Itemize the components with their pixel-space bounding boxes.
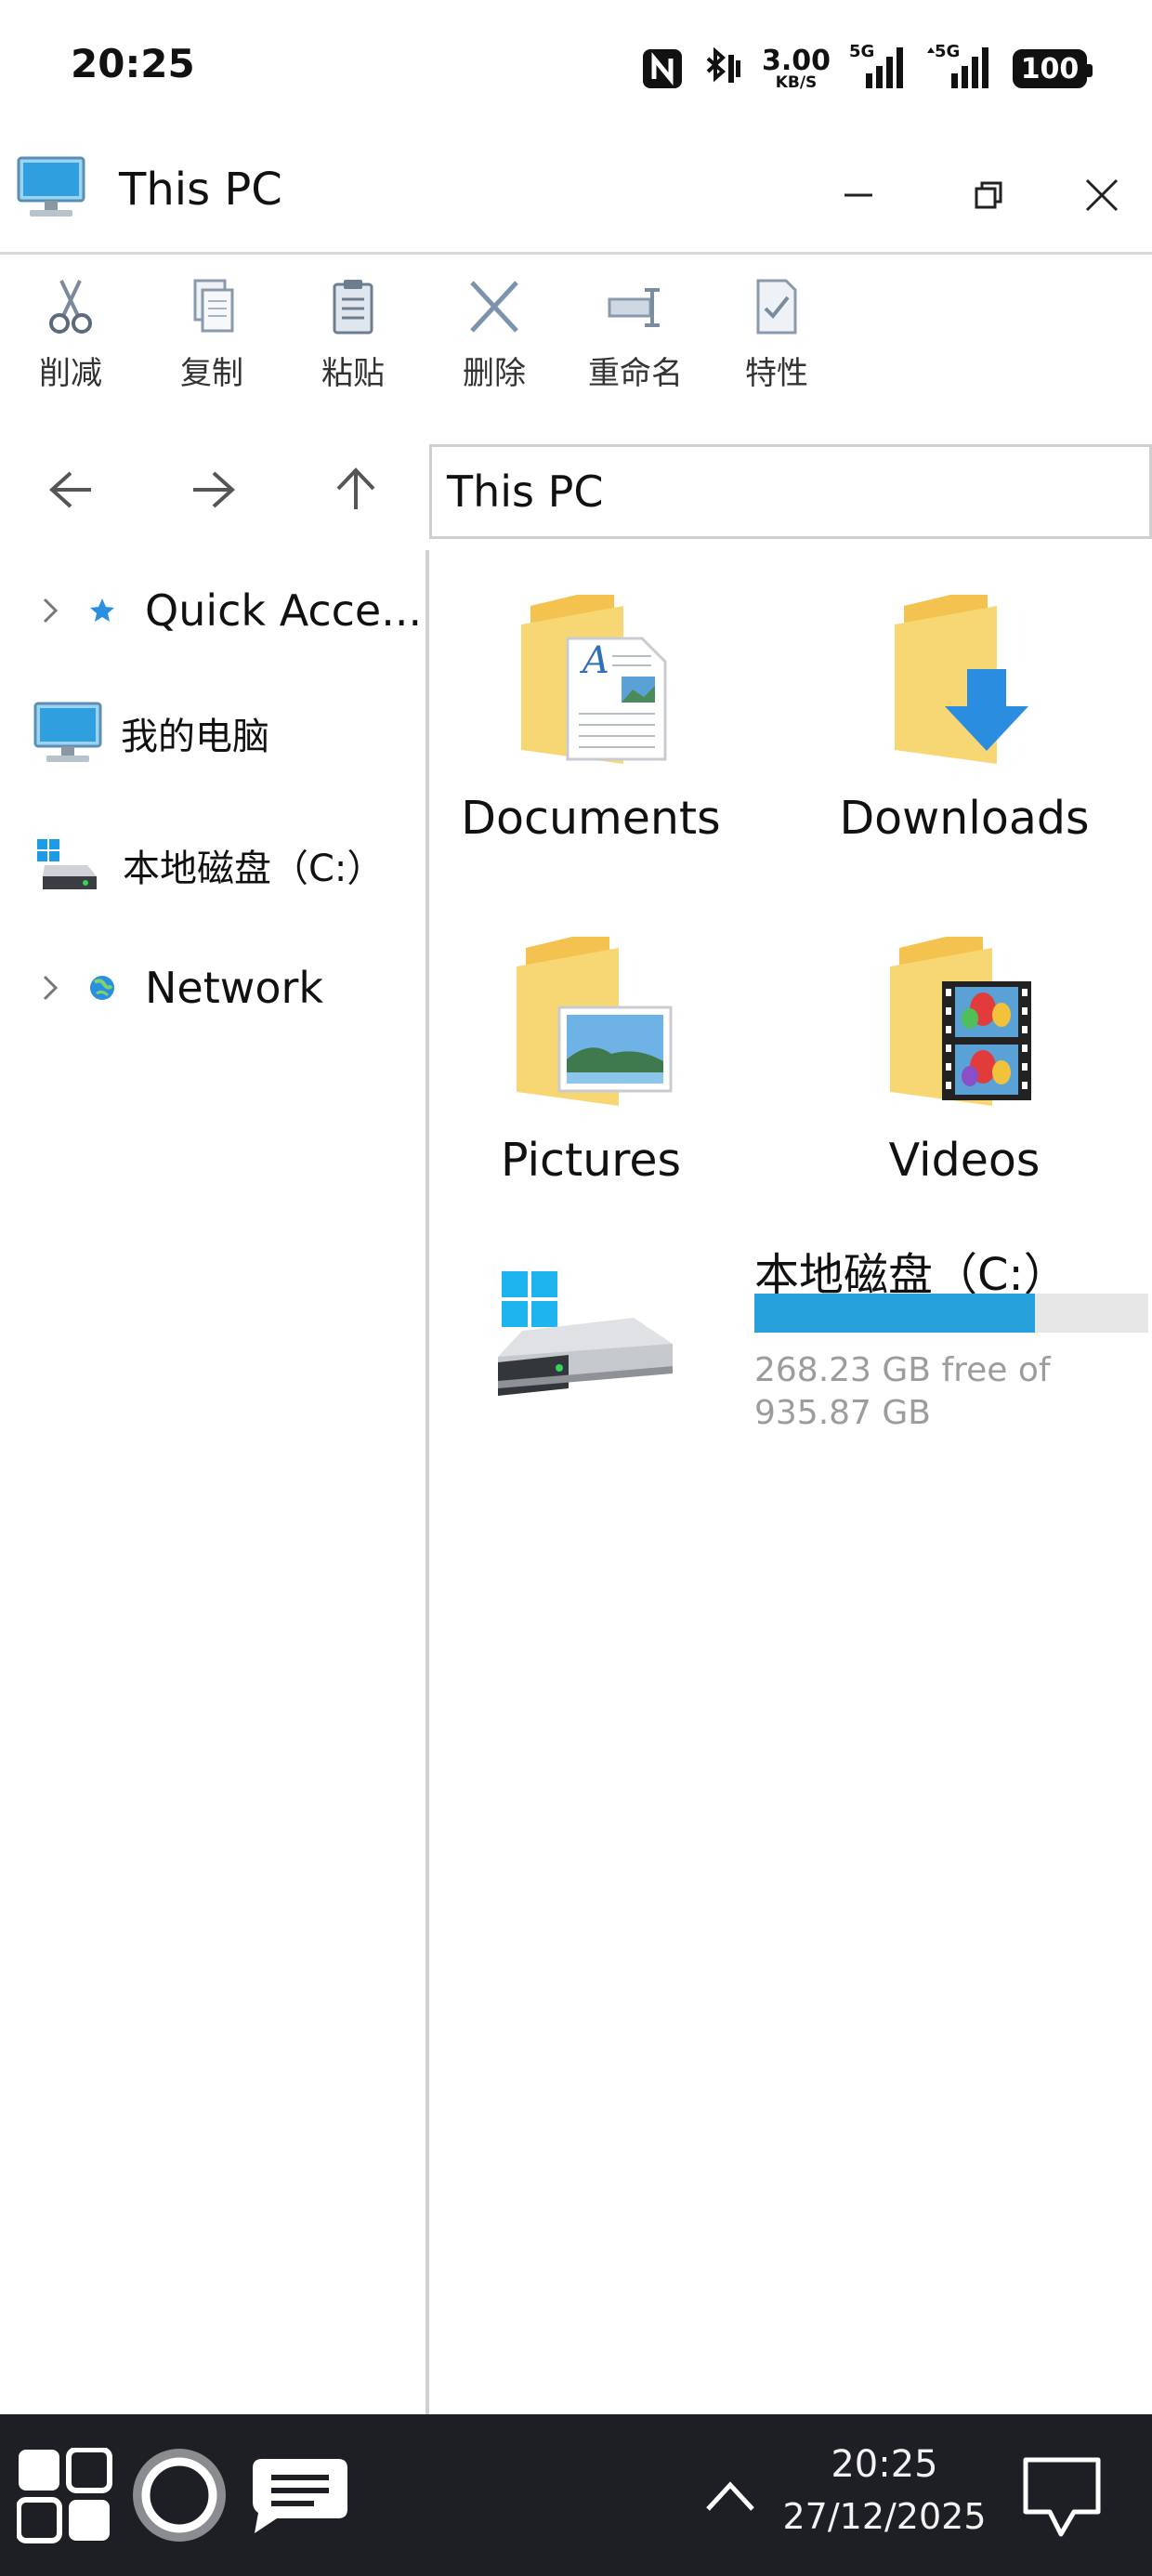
paste-button[interactable]: 粘贴 bbox=[282, 260, 424, 418]
tray-expand-button[interactable] bbox=[693, 2459, 767, 2533]
address-bar[interactable]: This PC bbox=[429, 444, 1152, 539]
chevron-up-icon bbox=[706, 2481, 754, 2511]
start-button[interactable] bbox=[17, 2448, 113, 2544]
folder-name: Pictures bbox=[500, 1134, 682, 1187]
notes-icon bbox=[253, 2459, 347, 2533]
folder-videos[interactable]: Videos bbox=[779, 929, 1150, 1187]
taskbar: 20:25 27/12/2025 bbox=[0, 2414, 1152, 2576]
signal-icon: 5G bbox=[925, 42, 994, 92]
taskbar-clock[interactable]: 20:25 27/12/2025 bbox=[773, 2438, 996, 2543]
status-bar: 20:25 3.00 KB/S 5G 5G 100 bbox=[0, 0, 1152, 135]
folder-name: Downloads bbox=[839, 792, 1090, 845]
svg-text:A: A bbox=[579, 639, 609, 682]
sidebar-item-network[interactable]: Network bbox=[0, 946, 323, 1030]
net-speed-value: 3.00 bbox=[761, 44, 831, 77]
sidebar-item-label: Quick Acce... bbox=[145, 585, 423, 636]
arrow-up-icon bbox=[336, 467, 375, 509]
sidebar-item-label: Network bbox=[145, 963, 324, 1013]
folder-name: Videos bbox=[888, 1134, 1041, 1187]
rename-label: 重命名 bbox=[588, 355, 683, 392]
back-button[interactable] bbox=[20, 457, 123, 522]
folder-downloads[interactable]: Downloads bbox=[779, 587, 1150, 845]
arrow-left-icon bbox=[49, 471, 91, 508]
file-view: A Documents Downloads Pictures Videos 本地… bbox=[433, 550, 1152, 2414]
sidebar-item-quick-access[interactable]: Quick Acce... bbox=[0, 569, 422, 652]
copy-button[interactable]: 复制 bbox=[141, 260, 282, 418]
chevron-right-icon[interactable] bbox=[37, 598, 63, 624]
navigation-pane: Quick Acce... 我的电脑 本地磁盘（C:） Network bbox=[0, 550, 429, 2414]
nfc-icon bbox=[642, 49, 682, 88]
title-bar: This PC bbox=[0, 139, 1152, 255]
drive-usage-fill bbox=[754, 1294, 1036, 1333]
sidebar-item-my-computer[interactable]: 我的电脑 bbox=[0, 691, 269, 775]
minimize-icon bbox=[844, 193, 872, 197]
rename-button[interactable]: 重命名 bbox=[565, 260, 706, 418]
computer-icon bbox=[33, 702, 102, 765]
search-button[interactable] bbox=[130, 2446, 229, 2544]
start-grid-icon bbox=[17, 2448, 112, 2543]
folder-pictures[interactable]: Pictures bbox=[405, 929, 777, 1187]
network-icon bbox=[82, 973, 123, 1003]
folder-name: Documents bbox=[461, 792, 721, 845]
command-toolbar: 削减 复制 粘贴 删除 重命名 特性 bbox=[0, 260, 1152, 418]
restore-button[interactable] bbox=[933, 139, 1044, 251]
cut-button[interactable]: 削减 bbox=[0, 260, 141, 418]
properties-label: 特性 bbox=[745, 355, 808, 392]
delete-button[interactable]: 删除 bbox=[424, 260, 565, 418]
properties-icon bbox=[756, 279, 797, 335]
restore-icon bbox=[975, 181, 1002, 209]
copy-label: 复制 bbox=[180, 355, 243, 392]
notifications-button[interactable] bbox=[1018, 2453, 1106, 2541]
scissors-icon bbox=[49, 280, 92, 334]
drive-icon bbox=[35, 837, 100, 893]
status-icons: 3.00 KB/S 5G 5G 100 bbox=[641, 42, 1093, 95]
pictures-folder-icon bbox=[517, 937, 673, 1106]
taskbar-time: 20:25 bbox=[831, 2443, 938, 2486]
clipboard-icon bbox=[333, 280, 373, 335]
window-title: This PC bbox=[119, 164, 282, 216]
arrow-right-icon bbox=[193, 471, 235, 508]
status-time: 20:25 bbox=[71, 41, 195, 86]
close-button[interactable] bbox=[1046, 139, 1152, 251]
cut-label: 削减 bbox=[39, 355, 102, 392]
drive-icon bbox=[498, 1271, 673, 1396]
delete-label: 删除 bbox=[463, 355, 526, 392]
taskbar-date: 27/12/2025 bbox=[782, 2496, 987, 2537]
chevron-right-icon[interactable] bbox=[37, 975, 63, 1001]
search-circle-icon bbox=[133, 2449, 226, 2542]
drive-c[interactable]: 本地磁盘（C:） 268.23 GB free of 935.87 GB bbox=[494, 1238, 1148, 1461]
forward-button[interactable] bbox=[162, 457, 264, 522]
downloads-folder-icon bbox=[895, 595, 1028, 764]
bluetooth-icon bbox=[706, 47, 740, 83]
properties-button[interactable]: 特性 bbox=[706, 260, 847, 418]
minimize-button[interactable] bbox=[803, 139, 914, 251]
paste-label: 粘贴 bbox=[321, 355, 385, 392]
up-button[interactable] bbox=[305, 457, 407, 522]
drive-usage-bar bbox=[754, 1294, 1148, 1333]
folder-documents[interactable]: A Documents bbox=[405, 587, 777, 845]
drive-free-space: 268.23 GB free of 935.87 GB bbox=[754, 1351, 1051, 1432]
sidebar-item-label: 本地磁盘（C:） bbox=[123, 848, 385, 890]
star-icon bbox=[82, 597, 123, 624]
videos-folder-icon bbox=[890, 937, 1031, 1106]
sidebar-item-label: 我的电脑 bbox=[121, 716, 269, 758]
net-speed: 3.00 KB/S bbox=[761, 44, 831, 92]
navigation-row: This PC bbox=[0, 435, 1152, 550]
documents-folder-icon: A bbox=[521, 595, 667, 764]
close-icon bbox=[1085, 178, 1119, 212]
rename-icon bbox=[608, 288, 660, 327]
computer-icon bbox=[17, 156, 85, 223]
task-view-button[interactable] bbox=[249, 2457, 351, 2535]
net-speed-unit: KB/S bbox=[775, 72, 818, 92]
battery-icon: 100 bbox=[1013, 49, 1093, 88]
notification-icon bbox=[1023, 2457, 1101, 2537]
sidebar-item-local-disk[interactable]: 本地磁盘（C:） bbox=[0, 823, 384, 907]
copy-icon bbox=[193, 279, 234, 333]
signal-icon: 5G bbox=[849, 42, 907, 92]
delete-icon bbox=[470, 281, 518, 333]
